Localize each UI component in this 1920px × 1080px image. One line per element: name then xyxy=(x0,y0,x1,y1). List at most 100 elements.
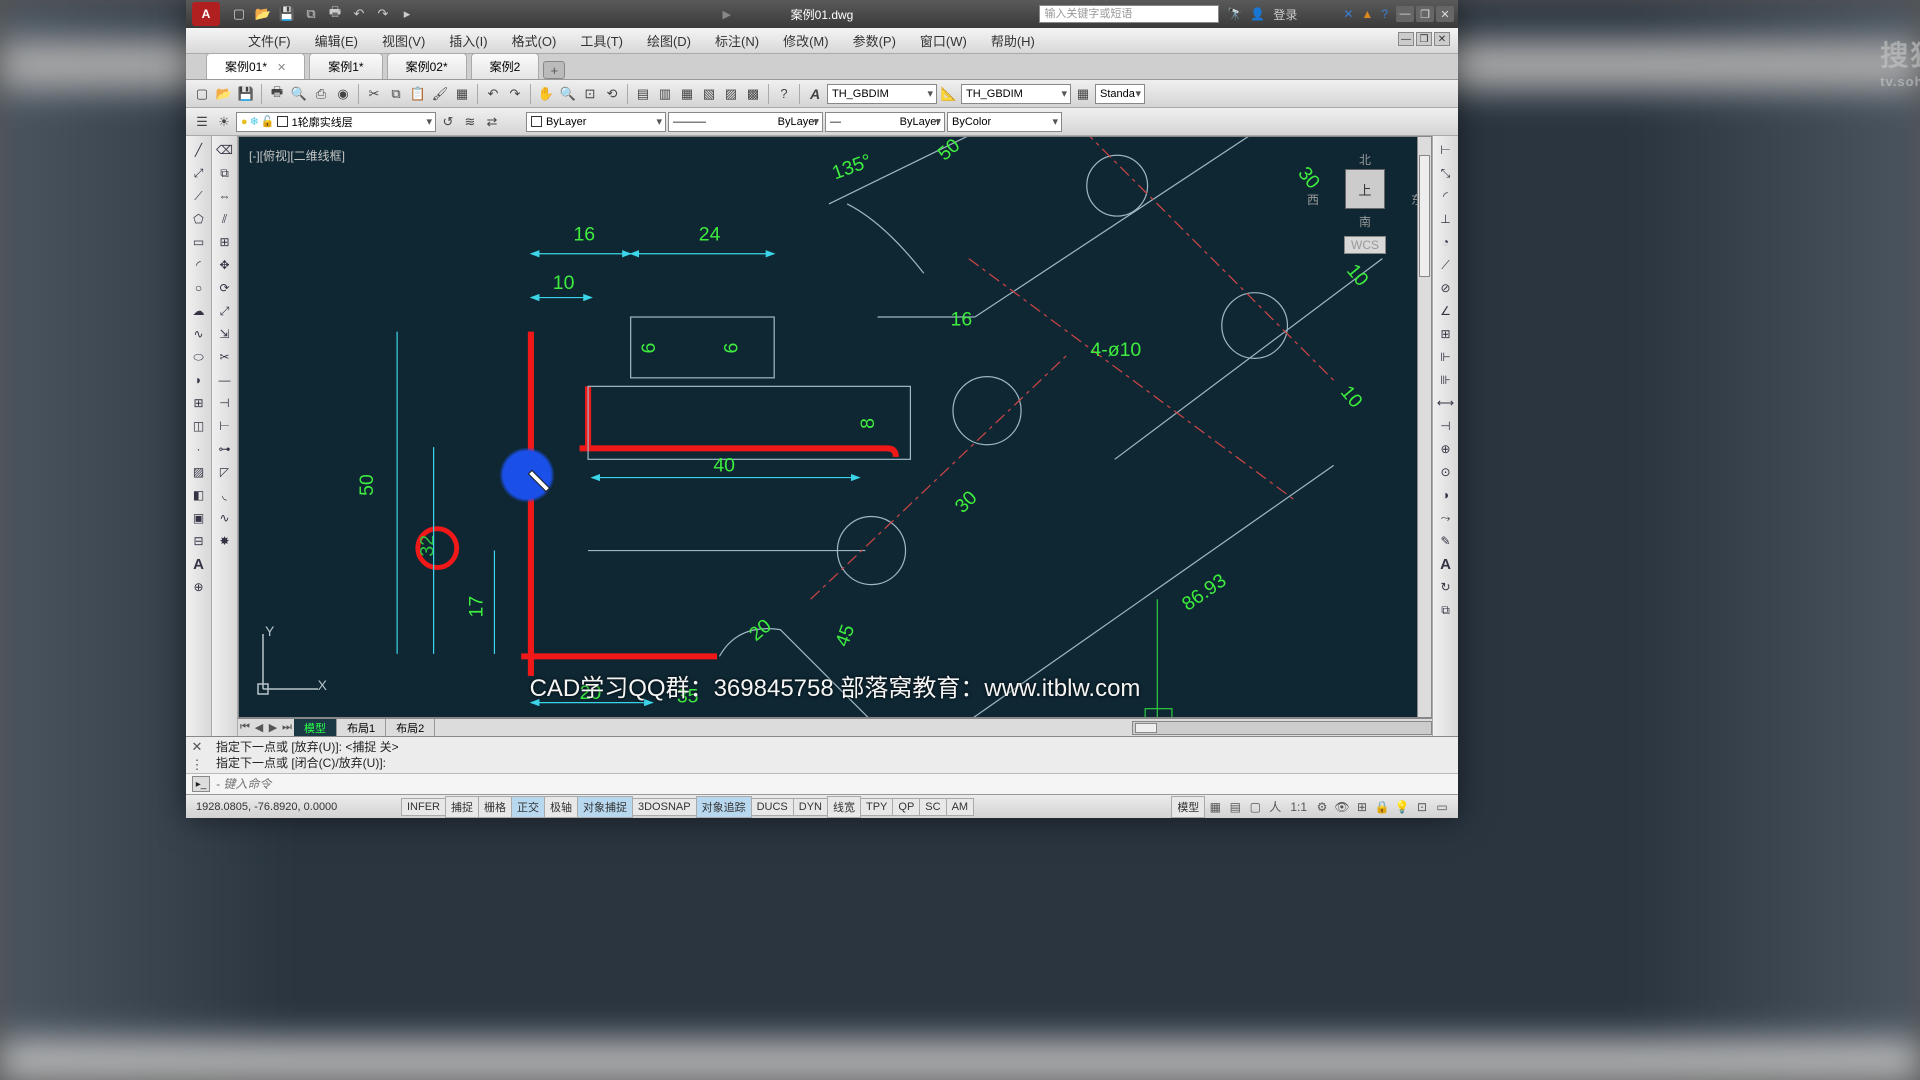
ssm-icon[interactable]: ▧ xyxy=(699,84,719,104)
open-file-icon[interactable]: 📂 xyxy=(214,84,234,104)
addsel-icon[interactable]: ⊕ xyxy=(189,577,209,597)
doc-restore-button[interactable]: ❐ xyxy=(1416,32,1432,46)
sb-sc[interactable]: SC xyxy=(919,798,946,816)
sb-am[interactable]: AM xyxy=(946,798,975,816)
sb-vis-icon[interactable]: 👁 xyxy=(1333,798,1351,816)
tolerance-icon[interactable]: ⊕ xyxy=(1436,439,1456,459)
viewcube[interactable]: 北 西 东 上 南 WCS xyxy=(1315,151,1415,261)
sb-ducs[interactable]: DUCS xyxy=(751,798,794,816)
textstyle-icon[interactable]: A xyxy=(805,84,825,104)
sb-otrack[interactable]: 对象追踪 xyxy=(696,796,752,818)
undo-icon[interactable]: ↶ xyxy=(350,5,368,23)
mtext-icon[interactable]: A xyxy=(189,554,209,574)
menu-edit[interactable]: 编辑(E) xyxy=(303,31,370,50)
layer-mgr-icon[interactable]: ☰ xyxy=(192,112,212,132)
block-icon[interactable]: ▦ xyxy=(452,84,472,104)
cmd-prompt-icon[interactable]: ▸_ xyxy=(192,776,210,792)
close-icon[interactable]: ✕ xyxy=(277,62,286,74)
copy-mod-icon[interactable]: ⧉ xyxy=(215,163,235,183)
hatch-icon[interactable]: ▨ xyxy=(189,462,209,482)
close-button[interactable]: ✕ xyxy=(1436,6,1454,22)
save-file-icon[interactable]: 💾 xyxy=(236,84,256,104)
sb-hw-icon[interactable]: 💡 xyxy=(1393,798,1411,816)
dim-base-icon[interactable]: ⊩ xyxy=(1436,347,1456,367)
tab-doc1[interactable]: 案例01*✕ xyxy=(206,53,305,79)
erase-icon[interactable]: ⌫ xyxy=(215,140,235,160)
dim-arc-icon[interactable]: ◜ xyxy=(1436,186,1456,206)
undo2-icon[interactable]: ↶ xyxy=(483,84,503,104)
viewcube-south[interactable]: 南 xyxy=(1315,213,1415,230)
doc-min-button[interactable]: — xyxy=(1398,32,1414,46)
menu-insert[interactable]: 插入(I) xyxy=(437,31,499,50)
dim-radius-icon[interactable]: ◔ xyxy=(1436,232,1456,252)
calc-icon[interactable]: ▩ xyxy=(743,84,763,104)
sb-ann-icon[interactable]: 人 xyxy=(1266,798,1284,816)
match-icon[interactable]: 🖌 xyxy=(430,84,450,104)
canvas-vscroll[interactable] xyxy=(1417,137,1431,717)
help-search-input[interactable]: 输入关键字或短语 xyxy=(1039,5,1219,23)
dim-aligned-icon[interactable]: ⤡ xyxy=(1436,163,1456,183)
rotate-icon[interactable]: ⟳ xyxy=(215,278,235,298)
insert-icon[interactable]: ⊞ xyxy=(189,393,209,413)
sb-gear-icon[interactable]: ⚙ xyxy=(1313,798,1331,816)
menu-window[interactable]: 窗口(W) xyxy=(908,31,979,50)
layer-match-icon[interactable]: ⇄ xyxy=(482,112,502,132)
new-icon[interactable]: ▢ xyxy=(230,5,248,23)
circle-icon[interactable]: ○ xyxy=(189,278,209,298)
menu-tools[interactable]: 工具(T) xyxy=(568,31,635,50)
zoom-rt-icon[interactable]: 🔍 xyxy=(558,84,578,104)
arc-icon[interactable]: ◜ xyxy=(189,255,209,275)
paste-icon[interactable]: 📋 xyxy=(408,84,428,104)
dim-quick-icon[interactable]: ⊞ xyxy=(1436,324,1456,344)
redo-icon[interactable]: ↷ xyxy=(374,5,392,23)
break2-icon[interactable]: ⊢ xyxy=(215,416,235,436)
print-icon[interactable]: 🖶 xyxy=(267,84,287,104)
linetype-combo[interactable]: ———ByLayer xyxy=(668,112,823,132)
line-icon[interactable]: ╱ xyxy=(189,140,209,160)
dim-ang-icon[interactable]: ∠ xyxy=(1436,301,1456,321)
pline-icon[interactable]: ⟋ xyxy=(189,186,209,206)
minimize-button[interactable]: — xyxy=(1396,6,1414,22)
sb-scale-label[interactable]: 1:1 xyxy=(1286,798,1311,816)
new-file-icon[interactable]: ▢ xyxy=(192,84,212,104)
layout1-tab[interactable]: 布局1 xyxy=(337,719,386,737)
trim-icon[interactable]: ✂ xyxy=(215,347,235,367)
dimstyle-combo[interactable]: TH_GBDIM xyxy=(961,84,1071,104)
viewcube-north[interactable]: 北 xyxy=(1359,151,1371,168)
hscroll[interactable] xyxy=(1132,721,1432,735)
gradient-icon[interactable]: ◧ xyxy=(189,485,209,505)
sb-grid-icon[interactable]: ▦ xyxy=(1206,798,1224,816)
help2-icon[interactable]: ? xyxy=(774,84,794,104)
lineweight-combo[interactable]: —ByLayer xyxy=(825,112,945,132)
copy-icon[interactable]: ⧉ xyxy=(386,84,406,104)
block-make-icon[interactable]: ◫ xyxy=(189,416,209,436)
sb-ortho[interactable]: 正交 xyxy=(511,796,545,818)
sb-snap2-icon[interactable]: ▢ xyxy=(1246,798,1264,816)
point-icon[interactable]: · xyxy=(189,439,209,459)
sb-dyn[interactable]: DYN xyxy=(793,798,828,816)
xline-icon[interactable]: ⤢ xyxy=(189,163,209,183)
tab-doc2[interactable]: 案例1* xyxy=(309,53,382,79)
fillet-icon[interactable]: ◟ xyxy=(215,485,235,505)
sb-snap[interactable]: 捕捉 xyxy=(445,796,479,818)
join-icon[interactable]: ⊶ xyxy=(215,439,235,459)
menu-format[interactable]: 格式(O) xyxy=(500,31,569,50)
help-icon[interactable]: ? xyxy=(1381,7,1388,21)
explode-icon[interactable]: ✸ xyxy=(215,531,235,551)
dimstyle-icon[interactable]: 📐 xyxy=(939,84,959,104)
next-layout-icon[interactable]: ▶ xyxy=(266,721,280,734)
scale-icon[interactable]: ⤢ xyxy=(215,301,235,321)
mirror-icon[interactable]: ⇔ xyxy=(215,186,235,206)
sb-polar[interactable]: 极轴 xyxy=(544,796,578,818)
last-layout-icon[interactable]: ⏭ xyxy=(280,721,294,734)
sb-3dosnap[interactable]: 3DOSNAP xyxy=(632,798,697,816)
dim-break-icon[interactable]: ⊣ xyxy=(1436,416,1456,436)
dimupdate-icon[interactable]: ↻ xyxy=(1436,577,1456,597)
sb-model[interactable]: 模型 xyxy=(1171,796,1205,818)
menu-parametric[interactable]: 参数(P) xyxy=(841,31,908,50)
table-icon[interactable]: ▦ xyxy=(1073,84,1093,104)
dim-cont-icon[interactable]: ⊪ xyxy=(1436,370,1456,390)
table-draw-icon[interactable]: ⊟ xyxy=(189,531,209,551)
exchange-icon[interactable]: ✕ xyxy=(1343,7,1353,21)
print-icon[interactable]: 🖶 xyxy=(326,5,344,23)
